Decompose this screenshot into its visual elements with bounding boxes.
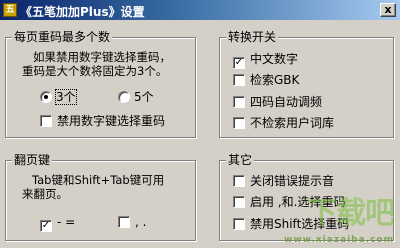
radio-3-indicator[interactable] bbox=[40, 91, 52, 103]
checkbox-disable-digit-select-label: 禁用数字键选择重码 bbox=[57, 114, 166, 128]
checkbox-minus-equal-box[interactable]: ✓ bbox=[40, 220, 52, 232]
title-bar[interactable]: 五 《五笔加加Plus》设置 x bbox=[0, 0, 400, 20]
radio-3-label: 3个 bbox=[55, 89, 77, 105]
checkbox-skip-user-lexicon-box[interactable] bbox=[233, 117, 245, 129]
checkbox-comma-period-select-box[interactable] bbox=[233, 196, 245, 208]
checkbox-disable-shift-select-box[interactable] bbox=[233, 218, 245, 230]
page-keys-note-line2: 来翻页。 bbox=[22, 187, 68, 201]
checkbox-chinese-number-box[interactable]: ✓ bbox=[233, 57, 245, 69]
page-keys-note-line1: Tab键和Shift+Tab键可用 bbox=[32, 173, 165, 187]
check-icon: ✓ bbox=[41, 220, 51, 231]
checkbox-chinese-number[interactable]: ✓ 中文数字 bbox=[233, 52, 299, 69]
group-dup-code: 每页重码最多个数 如果禁用数字键选择重码， 重码是大个数将固定为3个。 3个 5… bbox=[5, 30, 196, 138]
close-button[interactable]: x bbox=[380, 3, 396, 17]
check-icon: ✓ bbox=[234, 57, 244, 68]
checkbox-mute-error-sound[interactable]: 关闭错误提示音 bbox=[233, 174, 334, 188]
checkbox-mute-error-sound-box[interactable] bbox=[233, 175, 245, 187]
window-title: 《五笔加加Plus》设置 bbox=[20, 5, 145, 19]
checkbox-skip-user-lexicon[interactable]: 不检索用户词库 bbox=[233, 116, 334, 130]
checkbox-disable-digit-select[interactable]: 禁用数字键选择重码 bbox=[40, 114, 165, 128]
group-page-keys: 翻页键 Tab键和Shift+Tab键可用 来翻页。 ✓ - = , . bbox=[5, 153, 196, 241]
group-switch-title: 转换开关 bbox=[226, 30, 279, 44]
checkbox-search-gbk-label: 检索GBK bbox=[250, 73, 300, 87]
checkbox-comma-period-box[interactable] bbox=[118, 216, 130, 228]
checkbox-mute-error-sound-label: 关闭错误提示音 bbox=[250, 174, 335, 188]
checkbox-four-code-freq[interactable]: 四码自动调频 bbox=[233, 95, 322, 109]
checkbox-disable-digit-select-box[interactable] bbox=[40, 115, 52, 127]
checkbox-chinese-number-label: 中文数字 bbox=[250, 52, 299, 66]
checkbox-skip-user-lexicon-label: 不检索用户词库 bbox=[250, 116, 335, 130]
dup-code-note-line2: 重码是大个数将固定为3个。 bbox=[22, 64, 168, 78]
checkbox-minus-equal[interactable]: ✓ - = bbox=[40, 215, 76, 232]
radio-5[interactable]: 5个 bbox=[118, 90, 154, 104]
radio-5-indicator[interactable] bbox=[118, 91, 130, 103]
settings-window: 五 《五笔加加Plus》设置 x 每页重码最多个数 如果禁用数字键选择重码， 重… bbox=[0, 0, 400, 248]
watermark-logo: 下载吧 bbox=[307, 196, 395, 231]
group-switch: 转换开关 ✓ 中文数字 检索GBK 四码自动调频 不检索用户词库 bbox=[219, 30, 394, 138]
checkbox-four-code-freq-label: 四码自动调频 bbox=[250, 95, 323, 109]
checkbox-comma-period-label: , . bbox=[135, 215, 147, 229]
group-dup-code-title: 每页重码最多个数 bbox=[12, 30, 113, 44]
checkbox-minus-equal-label: - = bbox=[57, 215, 76, 229]
watermark-url: www.xiazaiba.com bbox=[284, 235, 394, 245]
group-page-keys-title: 翻页键 bbox=[12, 153, 53, 167]
radio-5-label: 5个 bbox=[134, 90, 154, 104]
checkbox-search-gbk[interactable]: 检索GBK bbox=[233, 73, 299, 87]
checkbox-search-gbk-box[interactable] bbox=[233, 74, 245, 86]
app-icon: 五 bbox=[3, 3, 17, 17]
checkbox-comma-period[interactable]: , . bbox=[118, 215, 146, 229]
radio-3[interactable]: 3个 bbox=[40, 89, 77, 105]
checkbox-four-code-freq-box[interactable] bbox=[233, 96, 245, 108]
dup-code-note-line1: 如果禁用数字键选择重码， bbox=[33, 50, 171, 64]
group-other-title: 其它 bbox=[226, 153, 255, 167]
